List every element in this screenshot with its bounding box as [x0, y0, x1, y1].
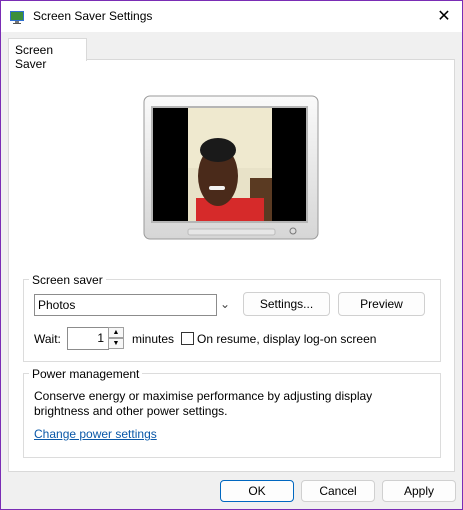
tab-label: Screen Saver	[15, 43, 54, 71]
minutes-label: minutes	[132, 332, 175, 346]
screen-saver-selected-value: Photos	[38, 298, 76, 312]
ok-button[interactable]: OK	[220, 480, 294, 502]
apply-button-label: Apply	[403, 484, 435, 498]
resume-label[interactable]: On resume, display log-on screen	[197, 332, 376, 346]
screen-saver-group-label: Screen saver	[29, 273, 106, 287]
monitor-icon	[10, 11, 24, 24]
settings-button-label: Settings...	[259, 297, 314, 311]
preview-button[interactable]: Preview	[338, 292, 425, 316]
wait-spinner[interactable]: ▲ ▼	[108, 327, 124, 349]
cancel-button-label: Cancel	[319, 484, 357, 498]
settings-button[interactable]: Settings...	[243, 292, 330, 316]
title-bar: Screen Saver Settings ✕	[1, 1, 462, 32]
preview-button-label: Preview	[360, 297, 403, 311]
apply-button[interactable]: Apply	[382, 480, 456, 502]
power-management-group-label: Power management	[29, 367, 143, 381]
close-icon[interactable]: ✕	[431, 5, 457, 27]
cancel-button[interactable]: Cancel	[301, 480, 375, 502]
wait-label: Wait:	[34, 332, 61, 346]
tab-screen-saver[interactable]: Screen Saver	[8, 38, 87, 71]
window-title: Screen Saver Settings	[33, 9, 153, 23]
resume-checkbox[interactable]	[181, 332, 194, 345]
ok-button-label: OK	[248, 484, 266, 498]
chevron-down-icon[interactable]: ⌄	[220, 297, 230, 311]
spin-down-icon[interactable]: ▼	[108, 338, 124, 349]
preview-photo	[188, 108, 272, 221]
wait-minutes-value: 1	[97, 331, 104, 345]
spin-up-icon[interactable]: ▲	[108, 327, 124, 338]
screen-saver-select[interactable]: Photos	[34, 294, 217, 316]
change-power-settings-link[interactable]: Change power settings	[34, 427, 157, 441]
power-description: Conserve energy or maximise performance …	[34, 389, 373, 418]
wait-minutes-input[interactable]: 1	[67, 327, 109, 350]
